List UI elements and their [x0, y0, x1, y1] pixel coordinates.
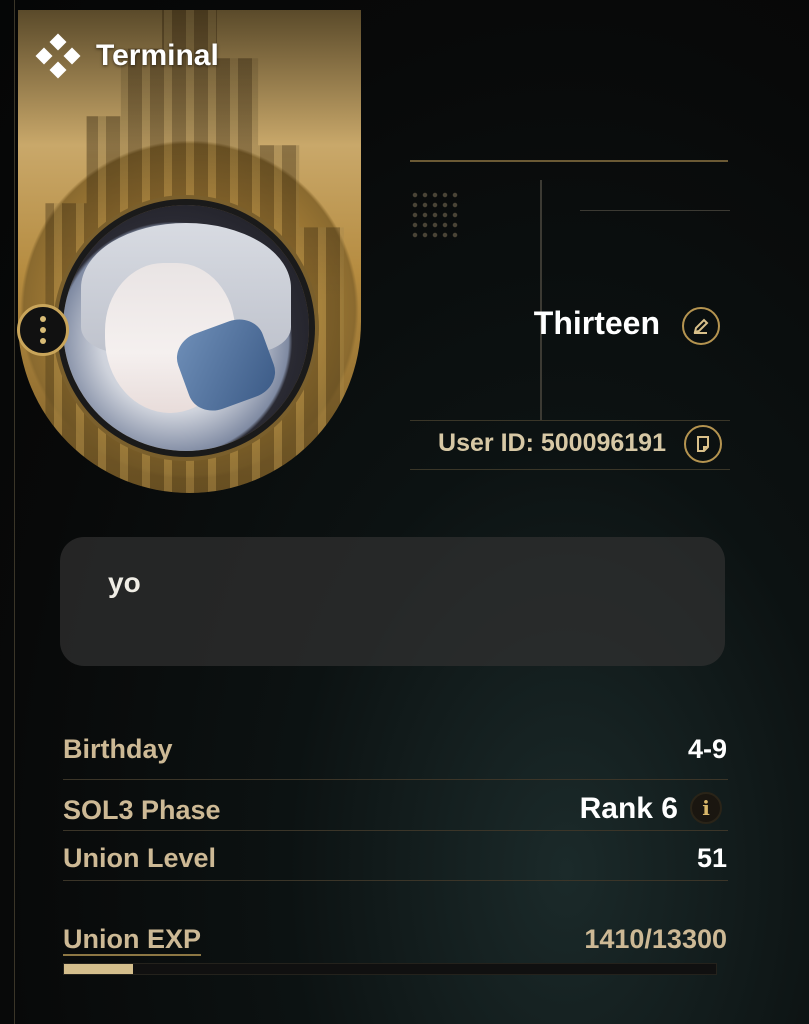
union-exp-progress-fill	[64, 964, 134, 974]
decor-line	[540, 180, 542, 420]
info-icon[interactable]: i	[690, 792, 722, 824]
bio-box[interactable]: yo	[60, 537, 725, 666]
union-exp-label: Union EXP	[63, 924, 202, 954]
decor-dots	[410, 190, 460, 240]
dot	[40, 327, 46, 333]
page-title: Terminal	[35, 33, 219, 79]
username: Thirteen	[533, 305, 660, 341]
sol3-phase-value: Rank 6	[579, 792, 678, 825]
pencil-icon	[693, 318, 709, 334]
divider	[410, 160, 728, 162]
union-level-label: Union Level	[63, 843, 217, 873]
dot	[40, 338, 46, 344]
copy-icon	[697, 436, 709, 452]
union-level-value: 51	[696, 843, 727, 873]
frame-border	[14, 0, 15, 1024]
avatar[interactable]	[63, 205, 309, 451]
edit-name-button[interactable]	[682, 307, 720, 345]
decor-line	[580, 210, 730, 211]
birthday-value: 4-9	[687, 734, 727, 764]
union-exp-progress-bar	[63, 963, 717, 975]
user-id: User ID: 500096191	[438, 429, 666, 457]
copy-id-button[interactable]	[684, 425, 722, 463]
birthday-label: Birthday	[63, 734, 173, 764]
sol3-phase-label: SOL3 Phase	[63, 795, 221, 825]
divider	[63, 880, 728, 881]
more-options-button[interactable]	[17, 304, 69, 356]
page-title-text: Terminal	[96, 39, 219, 72]
divider	[63, 830, 728, 831]
four-diamonds-icon	[35, 33, 81, 79]
divider	[63, 779, 728, 780]
bio-text: yo	[108, 567, 141, 598]
more-vertical-icon	[40, 316, 46, 322]
union-exp-value: 1410/13300	[584, 924, 727, 954]
